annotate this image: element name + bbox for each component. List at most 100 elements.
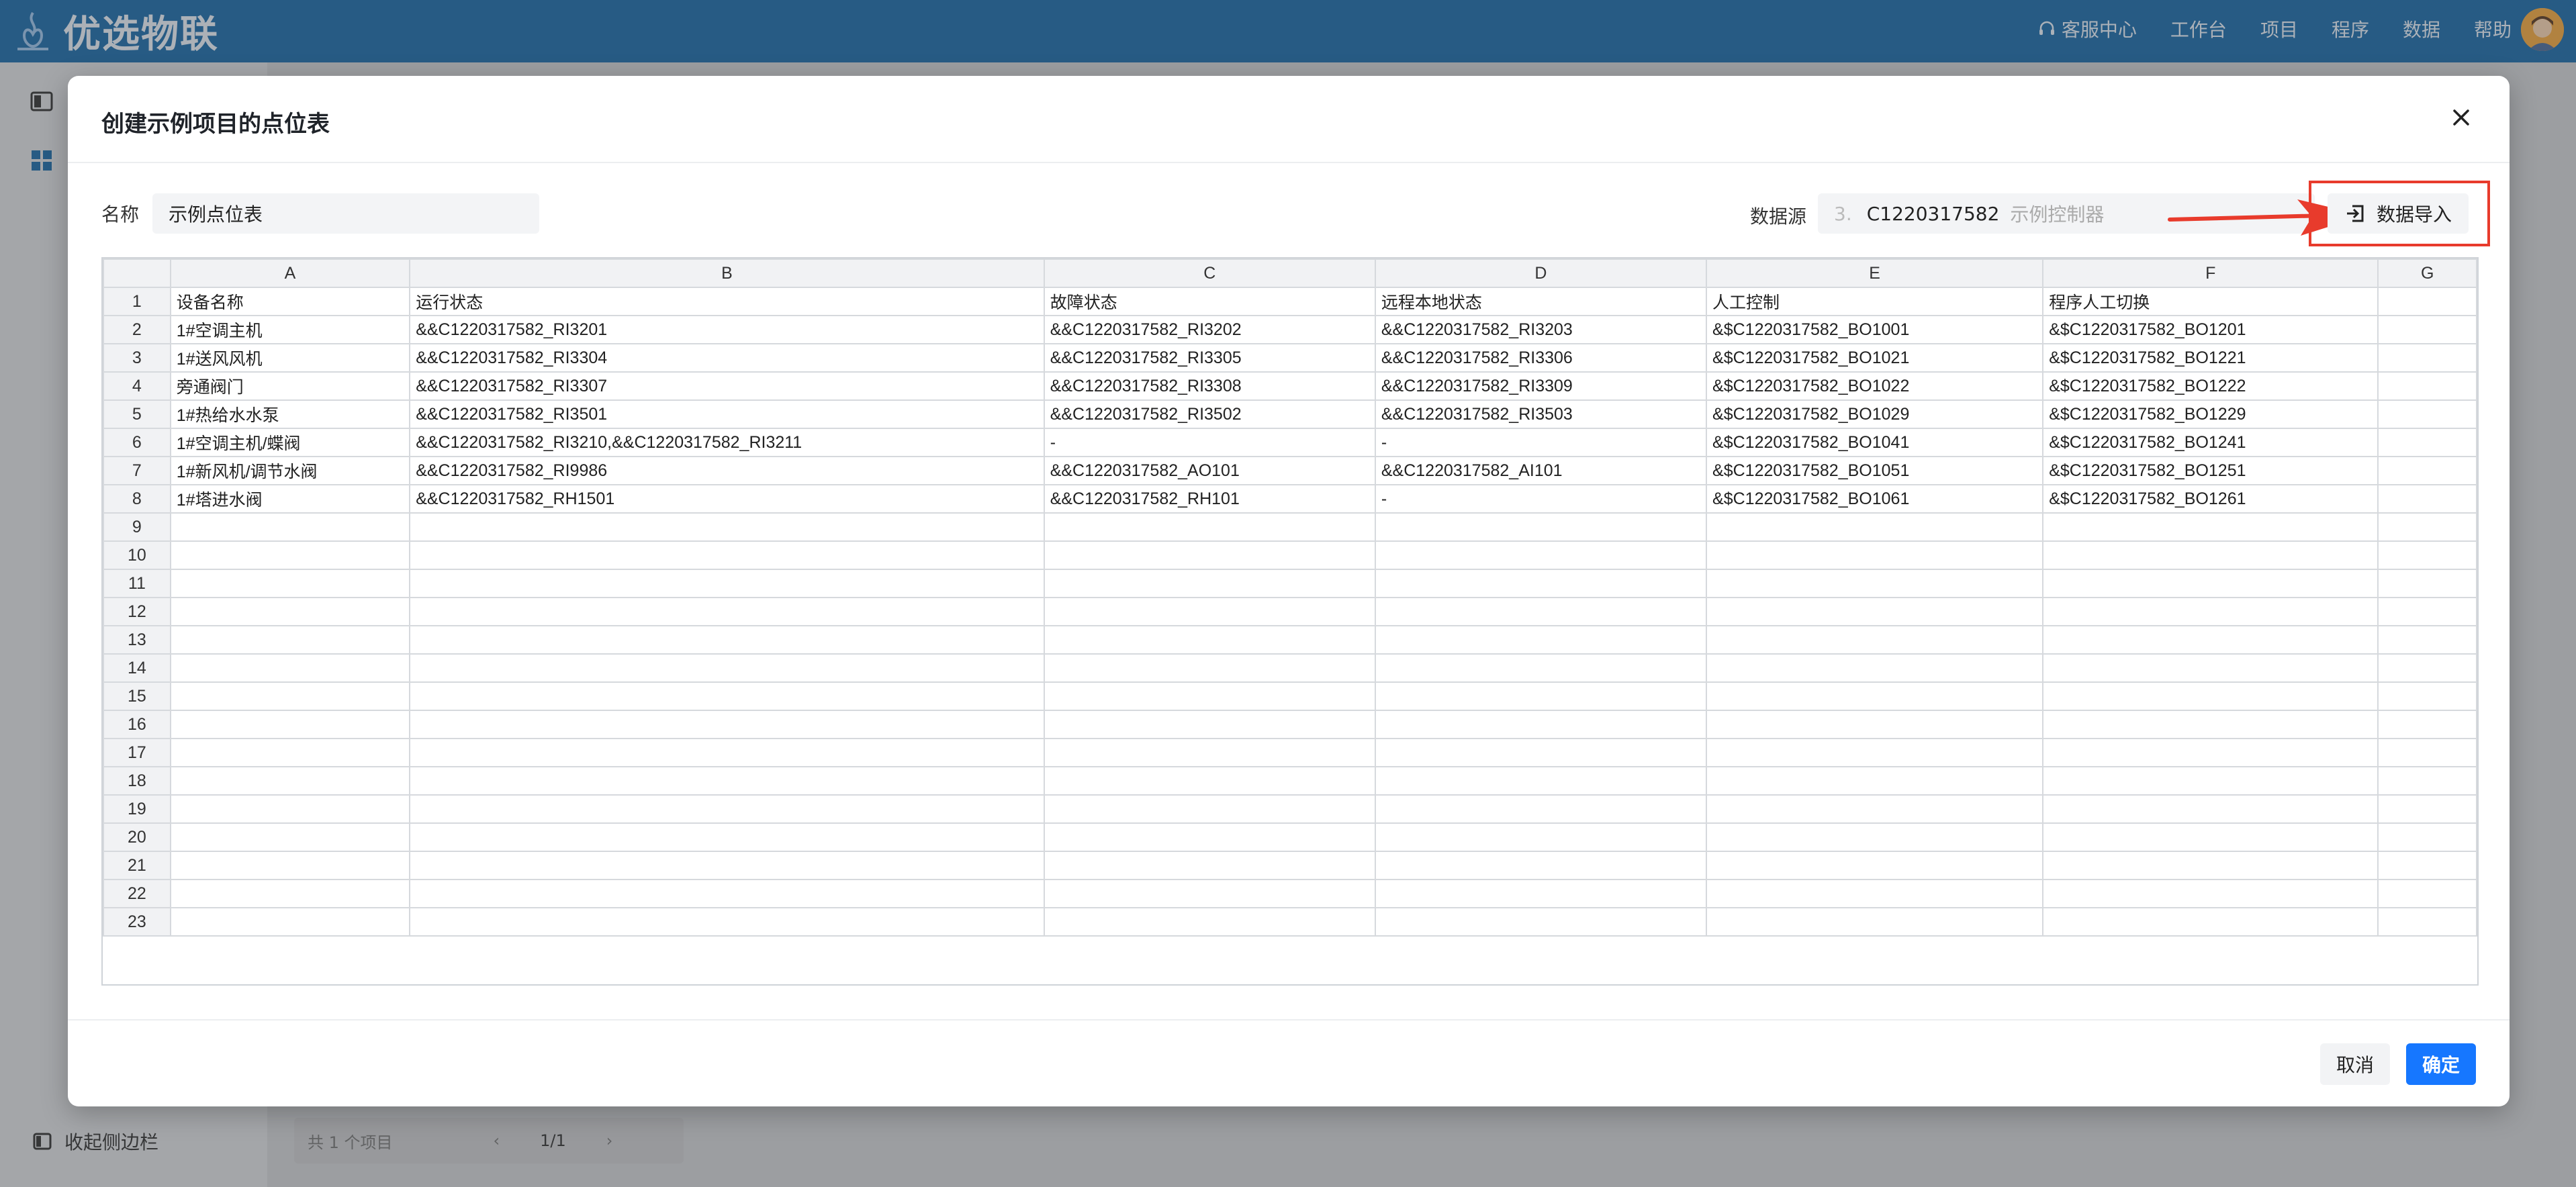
- table-cell[interactable]: [409, 766, 1045, 796]
- row-header[interactable]: 22: [103, 879, 171, 908]
- row-header[interactable]: 11: [103, 569, 171, 598]
- table-cell[interactable]: [169, 540, 411, 570]
- table-cell[interactable]: [1706, 653, 2044, 683]
- row-header[interactable]: 5: [103, 399, 171, 429]
- table-cell[interactable]: [1374, 766, 1708, 796]
- table-cell[interactable]: [409, 879, 1045, 908]
- column-header[interactable]: D: [1374, 258, 1708, 288]
- table-cell[interactable]: [2377, 738, 2477, 767]
- table-cell[interactable]: [1374, 597, 1708, 626]
- corner-cell[interactable]: [103, 258, 171, 288]
- table-cell[interactable]: [1374, 625, 1708, 655]
- table-cell[interactable]: -: [1374, 428, 1708, 457]
- table-cell[interactable]: [2377, 653, 2477, 683]
- table-cell[interactable]: [1043, 794, 1376, 824]
- table-cell[interactable]: 远程本地状态: [1374, 287, 1708, 316]
- table-cell[interactable]: 运行状态: [409, 287, 1045, 316]
- table-cell[interactable]: [1043, 822, 1376, 852]
- table-cell[interactable]: &&C1220317582_RI3503: [1374, 399, 1708, 429]
- table-cell[interactable]: [409, 653, 1045, 683]
- table-cell[interactable]: [169, 597, 411, 626]
- table-cell[interactable]: [2042, 625, 2379, 655]
- table-cell[interactable]: [1374, 822, 1708, 852]
- table-cell[interactable]: [169, 907, 411, 937]
- table-cell[interactable]: [2377, 907, 2477, 937]
- table-cell[interactable]: [1043, 766, 1376, 796]
- table-cell[interactable]: [2377, 569, 2477, 598]
- table-cell[interactable]: [409, 907, 1045, 937]
- table-cell[interactable]: &&C1220317582_RI3307: [409, 371, 1045, 401]
- table-cell[interactable]: [2042, 851, 2379, 880]
- table-cell[interactable]: &&C1220317582_RI9986: [409, 456, 1045, 485]
- table-cell[interactable]: [2377, 794, 2477, 824]
- table-cell[interactable]: &&C1220317582_RI3308: [1043, 371, 1376, 401]
- row-header[interactable]: 3: [103, 343, 171, 373]
- table-cell[interactable]: [1706, 681, 2044, 711]
- table-cell[interactable]: [2377, 851, 2477, 880]
- table-cell[interactable]: [1706, 512, 2044, 542]
- row-header[interactable]: 10: [103, 540, 171, 570]
- table-cell[interactable]: 1#新风机/调节水阀: [169, 456, 411, 485]
- table-cell[interactable]: [2042, 766, 2379, 796]
- column-header[interactable]: G: [2377, 258, 2477, 288]
- table-cell[interactable]: [1706, 710, 2044, 739]
- table-cell[interactable]: [2042, 540, 2379, 570]
- table-cell[interactable]: [2377, 287, 2477, 316]
- table-cell[interactable]: [1043, 597, 1376, 626]
- spreadsheet[interactable]: A B C D E F G 1 设备名称 运行状态 故障状态 远程本地状态 人工控制 程序人…: [101, 257, 2479, 986]
- table-cell[interactable]: [1374, 512, 1708, 542]
- table-cell[interactable]: [1706, 738, 2044, 767]
- row-header[interactable]: 18: [103, 766, 171, 796]
- table-cell[interactable]: [2042, 879, 2379, 908]
- table-cell[interactable]: &$C1220317582_BO1022: [1706, 371, 2044, 401]
- table-cell[interactable]: [169, 625, 411, 655]
- table-cell[interactable]: [1706, 625, 2044, 655]
- table-cell[interactable]: [1706, 540, 2044, 570]
- point-table[interactable]: A B C D E F G 1 设备名称 运行状态 故障状态 远程本地状态 人工控制 程序人…: [103, 258, 2477, 937]
- table-cell[interactable]: &$C1220317582_BO1229: [2042, 399, 2379, 429]
- row-header[interactable]: 14: [103, 653, 171, 683]
- table-cell[interactable]: [169, 569, 411, 598]
- row-header[interactable]: 13: [103, 625, 171, 655]
- column-header[interactable]: A: [169, 258, 411, 288]
- table-cell[interactable]: &$C1220317582_BO1221: [2042, 343, 2379, 373]
- table-cell[interactable]: [409, 597, 1045, 626]
- table-cell[interactable]: [1706, 766, 2044, 796]
- table-cell[interactable]: [2377, 879, 2477, 908]
- table-cell[interactable]: [409, 540, 1045, 570]
- table-cell[interactable]: [1374, 540, 1708, 570]
- table-cell[interactable]: &&C1220317582_RI3502: [1043, 399, 1376, 429]
- row-header[interactable]: 8: [103, 484, 171, 514]
- table-cell[interactable]: [1374, 879, 1708, 908]
- row-header[interactable]: 12: [103, 597, 171, 626]
- table-cell[interactable]: [169, 766, 411, 796]
- table-cell[interactable]: [2377, 625, 2477, 655]
- table-cell[interactable]: [1043, 907, 1376, 937]
- table-cell[interactable]: [1706, 794, 2044, 824]
- table-cell[interactable]: -: [1043, 428, 1376, 457]
- table-cell[interactable]: [1043, 625, 1376, 655]
- table-cell[interactable]: [2377, 540, 2477, 570]
- table-cell[interactable]: 1#空调主机/蝶阀: [169, 428, 411, 457]
- table-cell[interactable]: 1#热给水水泵: [169, 399, 411, 429]
- table-cell[interactable]: [169, 512, 411, 542]
- table-cell[interactable]: [1043, 569, 1376, 598]
- table-cell[interactable]: [1706, 569, 2044, 598]
- table-cell[interactable]: &&C1220317582_RI3201: [409, 315, 1045, 344]
- table-cell[interactable]: [409, 851, 1045, 880]
- table-cell[interactable]: &$C1220317582_BO1051: [1706, 456, 2044, 485]
- table-cell[interactable]: [1706, 597, 2044, 626]
- table-cell[interactable]: [1043, 710, 1376, 739]
- table-cell[interactable]: [169, 681, 411, 711]
- table-cell[interactable]: [409, 794, 1045, 824]
- row-header[interactable]: 16: [103, 710, 171, 739]
- row-header[interactable]: 2: [103, 315, 171, 344]
- table-cell[interactable]: [2042, 512, 2379, 542]
- table-cell[interactable]: [169, 738, 411, 767]
- table-cell[interactable]: [1374, 794, 1708, 824]
- table-cell[interactable]: [1706, 879, 2044, 908]
- table-cell[interactable]: [1374, 569, 1708, 598]
- column-header[interactable]: E: [1706, 258, 2044, 288]
- table-cell[interactable]: &$C1220317582_BO1251: [2042, 456, 2379, 485]
- row-header[interactable]: 7: [103, 456, 171, 485]
